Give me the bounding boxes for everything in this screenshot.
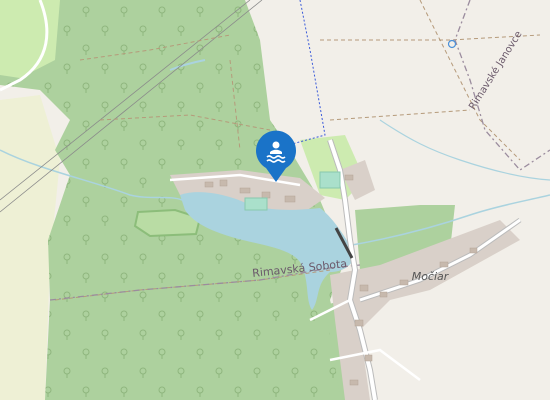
pool-area (244, 197, 268, 211)
sports-pitch (319, 171, 341, 189)
map-canvas[interactable]: Rimavská Sobota Močiar Rimavské Janovce (0, 0, 550, 400)
label-prep-mociar: Močiar (412, 270, 450, 283)
